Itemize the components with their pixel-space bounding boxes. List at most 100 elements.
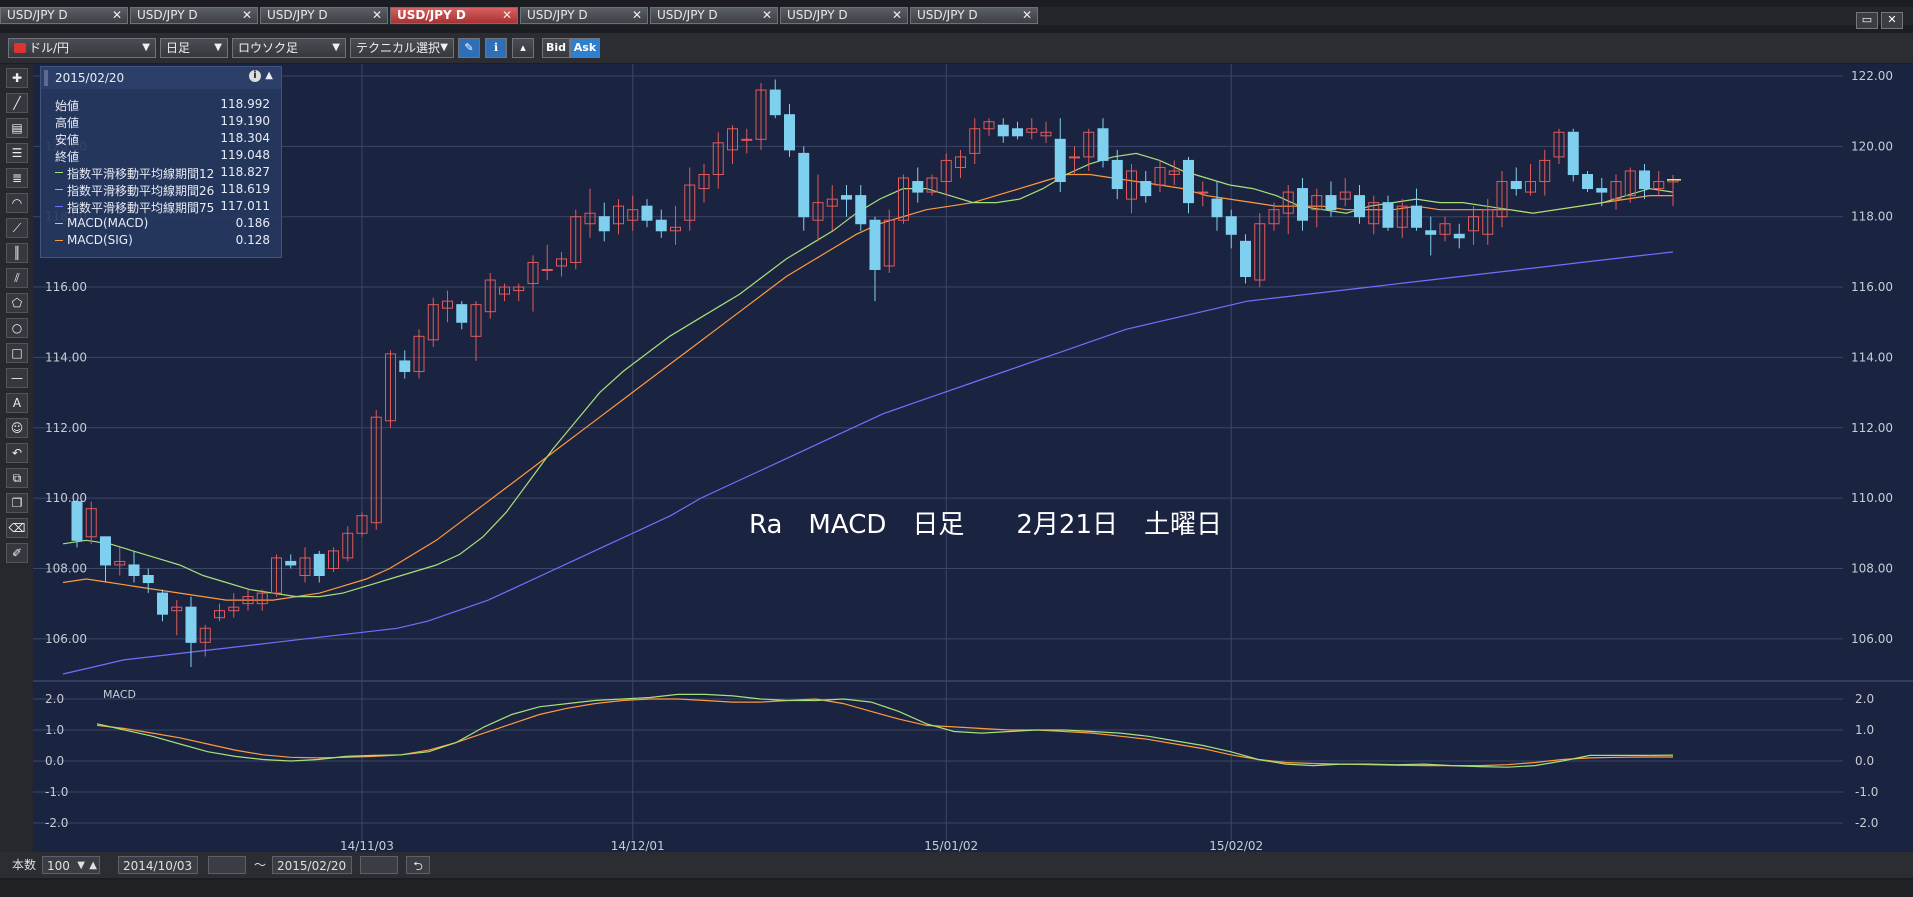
chevron-down-icon: ▼ (142, 42, 150, 53)
tab-3[interactable]: USD/JPY D ✕ (390, 7, 518, 24)
tab-1[interactable]: USD/JPY D ✕ (130, 7, 258, 24)
close-icon[interactable]: ✕ (242, 8, 252, 23)
y-tick-label: 114.00 (1851, 350, 1893, 364)
chart-area[interactable]: 122.00122.00120.00120.00118.00118.00116.… (33, 64, 1913, 854)
crosshair-icon[interactable]: ✚ (6, 68, 28, 88)
candle-body (869, 219, 881, 270)
tab-6[interactable]: USD/JPY D ✕ (780, 7, 908, 24)
eraser-icon[interactable]: ⌫ (6, 518, 28, 538)
trendline-icon[interactable]: ╱ (6, 93, 28, 113)
y-tick-label: 106.00 (45, 632, 87, 646)
start-date-field[interactable]: 2014/10/03 (118, 856, 198, 874)
info-icon[interactable]: i (249, 70, 261, 82)
info-row-label: 指数平滑移動平均線期間26 (67, 184, 215, 198)
macd-tick-label: 1.0 (1855, 723, 1874, 737)
info-row-label: 高値 (55, 116, 80, 130)
currency-pair-value: ドル/円 (29, 41, 70, 55)
macd-tick-label: 0.0 (1855, 754, 1874, 768)
chart-area-icon: ▴ (520, 41, 526, 54)
bid-button[interactable]: Bid (542, 38, 570, 58)
close-icon[interactable]: ✕ (502, 8, 512, 23)
candle-body (285, 560, 297, 566)
tab-label: USD/JPY D (787, 8, 848, 22)
candle-body (313, 553, 325, 577)
end-time-field[interactable] (360, 856, 398, 874)
close-icon[interactable]: ✕ (892, 8, 902, 23)
circle-icon[interactable]: ○ (6, 318, 28, 338)
close-icon[interactable]: ✕ (632, 8, 642, 23)
candle-body (100, 536, 111, 566)
tab-5[interactable]: USD/JPY D ✕ (650, 7, 778, 24)
ruler-icon[interactable]: ▤ (6, 118, 28, 138)
close-icon[interactable]: ✕ (1022, 8, 1032, 23)
candle-body (541, 268, 553, 271)
fibonacci-icon[interactable]: ≣ (6, 168, 28, 188)
arc-icon[interactable]: ◠ (6, 193, 28, 213)
window-controls: ▭ ✕ (1853, 8, 1903, 29)
eraser-all-icon[interactable]: ✐ (6, 543, 28, 563)
range-tilde: ～ (254, 858, 267, 872)
chart-annotation: Ra MACD 日足 2月21日 土曜日 (749, 510, 1222, 540)
text-icon[interactable]: A (6, 393, 28, 413)
tab-bar: USD/JPY D ✕ USD/JPY D ✕ USD/JPY D ✕ USD/JPY… (0, 7, 1913, 25)
start-time-field[interactable] (208, 856, 246, 874)
info-button[interactable]: ℹ (485, 38, 507, 58)
info-icon: ℹ (493, 41, 499, 54)
close-icon[interactable]: ✕ (1881, 12, 1903, 29)
drag-handle-icon[interactable] (44, 70, 48, 86)
candle-body (912, 181, 924, 193)
ask-button[interactable]: Ask (570, 38, 600, 58)
hline-icon[interactable]: — (6, 368, 28, 388)
chevron-down-icon: ▼ (440, 42, 448, 53)
pentagon-icon[interactable]: ⬠ (6, 293, 28, 313)
copy-icon[interactable]: ⧉ (6, 468, 28, 488)
smiley-icon[interactable]: ☺ (6, 418, 28, 438)
info-row: 高値 119.190 (55, 114, 270, 130)
close-icon[interactable]: ✕ (112, 8, 122, 23)
y-tick-label: 106.00 (1851, 632, 1893, 646)
undo-icon[interactable]: ↶ (6, 443, 28, 463)
pen-button[interactable]: ✎ (458, 38, 480, 58)
candle-body (1197, 191, 1209, 194)
channel-icon[interactable]: ⫽ (6, 268, 28, 288)
reset-button[interactable]: ⮌ (406, 856, 430, 874)
count-label: 本数 (12, 858, 37, 872)
vertical-lines-icon[interactable]: ║ (6, 243, 28, 263)
chart-type-select[interactable]: ロウソク足 ▼ (232, 38, 346, 58)
candle-body (997, 124, 1009, 137)
info-row-label: 安値 (55, 133, 80, 147)
rectangle-icon[interactable]: □ (6, 343, 28, 363)
candle-body (1069, 156, 1080, 159)
layers-icon[interactable]: ❐ (6, 493, 28, 513)
info-row-value: 0.186 (235, 216, 270, 230)
candle-body (1140, 181, 1152, 197)
candle-body (185, 606, 197, 643)
count-value: 100 (47, 859, 70, 873)
chart-area-button[interactable]: ▴ (512, 38, 534, 58)
candle-body (157, 592, 168, 615)
close-icon[interactable]: ✕ (762, 8, 772, 23)
macd-tick-label: -1.0 (1855, 785, 1878, 799)
candle-body (1012, 128, 1023, 137)
close-icon[interactable]: ✕ (372, 8, 382, 23)
currency-pair-select[interactable]: ドル/円 ▼ (8, 38, 156, 58)
candle-body (456, 304, 468, 323)
price-chart[interactable]: 122.00122.00120.00120.00118.00118.00116.… (33, 64, 1913, 854)
tab-2[interactable]: USD/JPY D ✕ (260, 7, 388, 24)
tab-7[interactable]: USD/JPY D ✕ (910, 7, 1038, 24)
count-select[interactable]: 100 ▼ ▲ (42, 856, 100, 874)
macd-tick-label: 0.0 (45, 754, 64, 768)
technical-select[interactable]: テクニカル選択 ▼ (350, 38, 454, 58)
fan-icon[interactable]: ⟋ (6, 218, 28, 238)
restore-icon[interactable]: ▭ (1856, 12, 1878, 29)
tab-0[interactable]: USD/JPY D ✕ (0, 7, 128, 24)
horizontal-lines-icon[interactable]: ☰ (6, 143, 28, 163)
tab-4[interactable]: USD/JPY D ✕ (520, 7, 648, 24)
end-date-field[interactable]: 2015/02/20 (272, 856, 352, 874)
candle-body (769, 89, 781, 116)
tab-label: USD/JPY D (527, 8, 588, 22)
timeframe-select[interactable]: 日足 ▼ (160, 38, 228, 58)
candle-body (71, 501, 83, 541)
candle-body (128, 564, 140, 577)
collapse-icon[interactable]: ▲ (265, 70, 273, 81)
